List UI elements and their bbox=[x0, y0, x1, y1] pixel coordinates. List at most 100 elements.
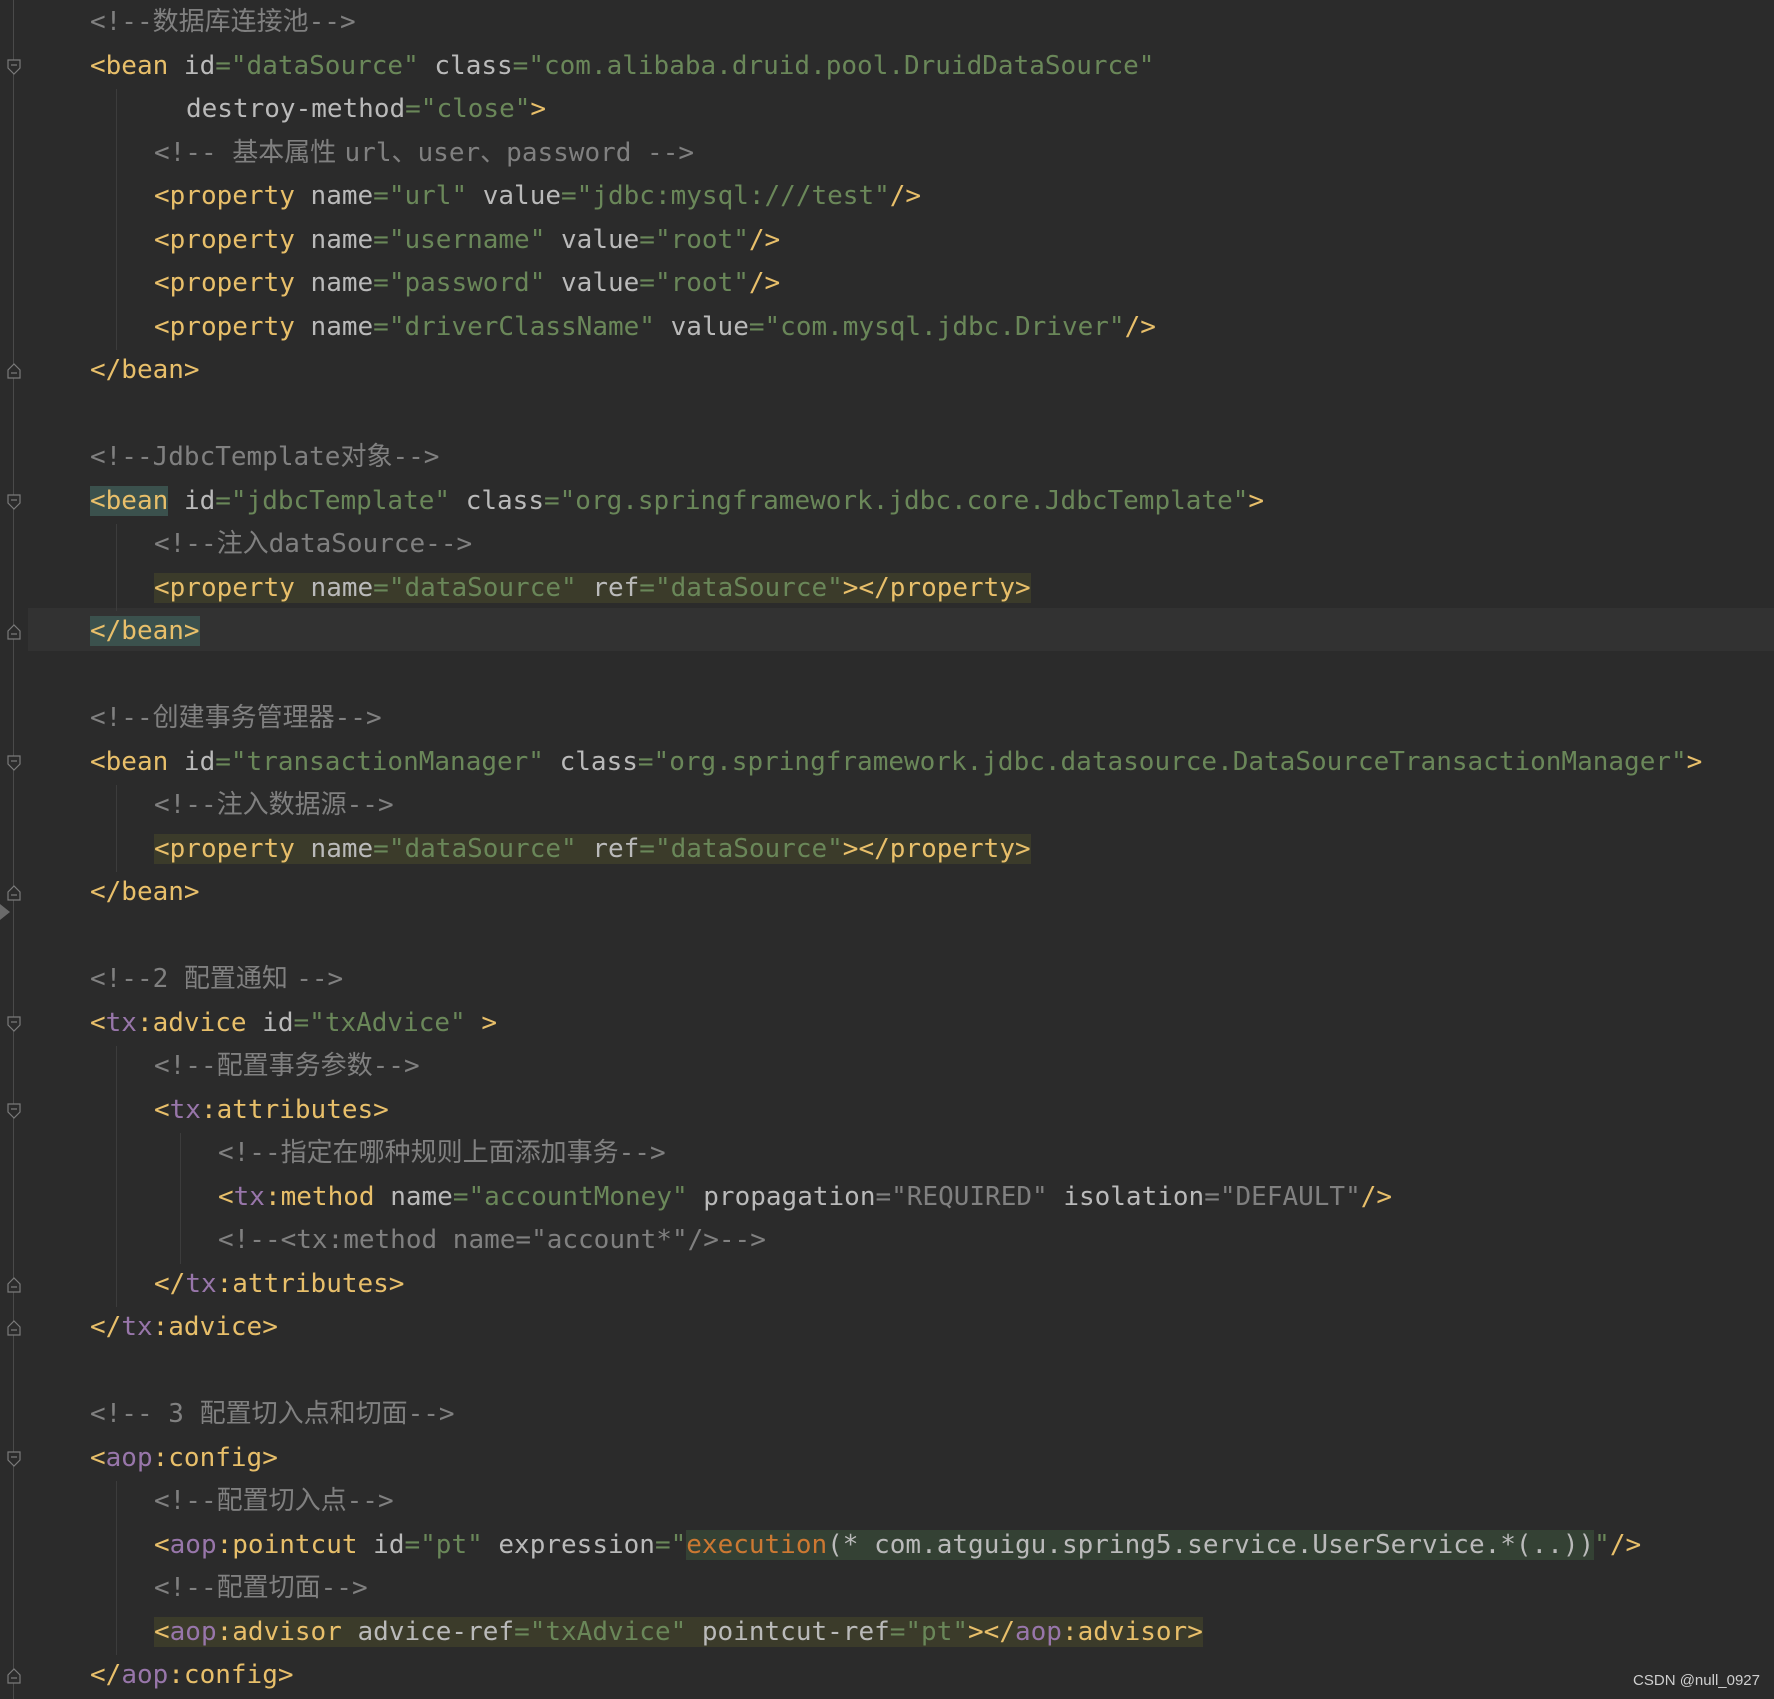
code-token: ="accountMoney" bbox=[452, 1181, 704, 1212]
code-line[interactable]: <bean id="dataSource" class="com.alibaba… bbox=[90, 46, 1154, 86]
fold-open-icon[interactable] bbox=[7, 1015, 21, 1032]
code-token: <property bbox=[154, 833, 311, 864]
fold-open-icon[interactable] bbox=[7, 58, 21, 75]
current-line-highlight bbox=[28, 608, 1774, 651]
indent-guide bbox=[116, 1481, 117, 1655]
code-line[interactable]: destroy-method="close"> bbox=[186, 89, 546, 129]
code-token: ="com.alibaba.druid.pool.DruidDataSource… bbox=[512, 50, 1155, 81]
code-line[interactable]: <!--<tx:method name="account*"/>--> bbox=[218, 1220, 766, 1260]
code-token: aop bbox=[169, 1616, 217, 1647]
code-line[interactable]: </bean> bbox=[90, 350, 200, 390]
code-token: :config> bbox=[168, 1660, 294, 1690]
code-line[interactable]: <!-- 基本属性 url、user、password --> bbox=[154, 133, 694, 173]
code-line[interactable]: <!--JdbcTemplate对象--> bbox=[90, 437, 439, 477]
fold-close-icon[interactable] bbox=[7, 624, 21, 640]
code-line[interactable]: <aop:pointcut id="pt" expression="execut… bbox=[154, 1525, 1641, 1565]
code-token: ="com.mysql.jdbc.Driver" bbox=[748, 311, 1125, 342]
code-token: ="close" bbox=[405, 94, 531, 124]
code-token: tx bbox=[233, 1181, 265, 1212]
code-line[interactable]: </bean> bbox=[90, 872, 200, 912]
code-token: --> bbox=[346, 1486, 394, 1516]
editor-gutter[interactable] bbox=[0, 0, 28, 1699]
code-token: ="dataSource" bbox=[373, 833, 593, 864]
code-line[interactable]: <!--指定在哪种规则上面添加事务--> bbox=[218, 1133, 666, 1173]
code-line[interactable]: <!--2 配置通知 --> bbox=[90, 959, 343, 999]
code-line[interactable]: <property name="username" value="root"/> bbox=[154, 220, 780, 260]
code-line[interactable]: </tx:advice> bbox=[90, 1307, 278, 1347]
code-token: <!-- bbox=[154, 1573, 217, 1603]
code-token: <bean bbox=[90, 50, 184, 81]
code-line[interactable]: <property name="dataSource" ref="dataSou… bbox=[154, 829, 1031, 869]
code-token: class bbox=[465, 485, 544, 516]
code-token: :config> bbox=[152, 1442, 278, 1473]
code-token: --> bbox=[407, 1399, 455, 1429]
code-token: class bbox=[434, 50, 513, 81]
code-token: < bbox=[90, 1007, 106, 1038]
code-line[interactable]: <property name="driverClassName" value="… bbox=[154, 307, 1156, 347]
code-line[interactable]: <!--配置事务参数--> bbox=[154, 1046, 420, 1086]
fold-open-icon[interactable] bbox=[7, 1450, 21, 1467]
code-token: user bbox=[417, 137, 481, 168]
code-token: <!-- bbox=[154, 137, 233, 168]
code-line[interactable]: <aop:advisor advice-ref="txAdvice" point… bbox=[154, 1612, 1203, 1652]
code-token: ref bbox=[592, 833, 640, 864]
code-token: ="driverClassName" bbox=[373, 311, 671, 342]
code-token: < bbox=[154, 1616, 170, 1647]
code-line[interactable]: <tx:attributes> bbox=[154, 1090, 389, 1130]
code-token: value bbox=[670, 311, 749, 342]
code-token: <!-- bbox=[154, 1486, 217, 1516]
code-token: propagation bbox=[703, 1181, 876, 1212]
code-line[interactable]: <!--数据库连接池--> bbox=[90, 2, 356, 42]
code-token: ="username" bbox=[373, 224, 562, 255]
code-token: /> bbox=[748, 224, 781, 255]
code-line[interactable]: <!--配置切面--> bbox=[154, 1568, 368, 1608]
code-line[interactable]: <!--注入数据源--> bbox=[154, 785, 394, 825]
code-token: < bbox=[90, 1442, 106, 1473]
code-token: " bbox=[1594, 1529, 1610, 1560]
code-token: class bbox=[559, 746, 638, 777]
code-token: ref bbox=[592, 572, 640, 603]
code-token: <!--2 bbox=[90, 964, 184, 994]
code-token: ></property> bbox=[842, 572, 1031, 603]
code-token: 配置切入点和切面 bbox=[199, 1399, 408, 1429]
code-line[interactable]: <tx:method name="accountMoney" propagati… bbox=[218, 1177, 1392, 1217]
code-token: 、 bbox=[480, 137, 507, 168]
gutter-separator bbox=[13, 0, 14, 1699]
fold-open-icon[interactable] bbox=[7, 1102, 21, 1119]
fold-close-icon[interactable] bbox=[7, 1276, 21, 1293]
code-token: <!-- 3 bbox=[90, 1399, 200, 1429]
breakpoint-marker-icon[interactable] bbox=[0, 904, 10, 920]
fold-close-icon[interactable] bbox=[7, 1320, 21, 1336]
code-line[interactable]: <!--创建事务管理器--> bbox=[90, 698, 382, 738]
code-line[interactable]: <bean id="transactionManager" class="org… bbox=[90, 742, 1702, 782]
code-token: ="pt" bbox=[404, 1529, 499, 1560]
code-line[interactable]: <property name="dataSource" ref="dataSou… bbox=[154, 568, 1031, 608]
code-line[interactable]: <!--配置切入点--> bbox=[154, 1481, 394, 1521]
code-token: advice-ref bbox=[357, 1616, 515, 1647]
code-line[interactable]: </tx:attributes> bbox=[154, 1264, 404, 1304]
fold-close-icon[interactable] bbox=[7, 1668, 21, 1684]
code-token: > bbox=[481, 1007, 498, 1038]
code-line[interactable]: <property name="password" value="root"/> bbox=[154, 263, 780, 303]
fold-close-icon[interactable] bbox=[7, 885, 21, 901]
code-line[interactable]: </bean> bbox=[90, 611, 200, 651]
code-token: </bean> bbox=[90, 355, 200, 385]
code-line[interactable]: <!--注入dataSource--> bbox=[154, 524, 472, 564]
code-token: 、 bbox=[391, 137, 418, 168]
code-token: :advisor> bbox=[1061, 1616, 1203, 1647]
code-token: url bbox=[344, 137, 392, 168]
fold-close-icon[interactable] bbox=[7, 363, 21, 379]
fold-open-icon[interactable] bbox=[7, 493, 21, 510]
code-line[interactable]: <!-- 3 配置切入点和切面--> bbox=[90, 1394, 455, 1434]
fold-open-icon[interactable] bbox=[7, 754, 21, 771]
code-token: value bbox=[561, 268, 640, 298]
code-line[interactable]: <tx:advice id="txAdvice" > bbox=[90, 1003, 497, 1043]
code-editor[interactable]: <!--数据库连接池--> <bean id="dataSource" class… bbox=[0, 0, 1774, 1699]
code-line[interactable]: <property name="url" value="jdbc:mysql:/… bbox=[154, 176, 921, 216]
code-line[interactable]: </aop:config> bbox=[90, 1655, 294, 1695]
code-line[interactable]: <bean id="jdbcTemplate" class="org.sprin… bbox=[90, 481, 1264, 521]
code-token: name bbox=[310, 268, 374, 298]
code-token: ="transactionManager" bbox=[215, 746, 560, 777]
code-line[interactable]: <aop:config> bbox=[90, 1438, 278, 1478]
